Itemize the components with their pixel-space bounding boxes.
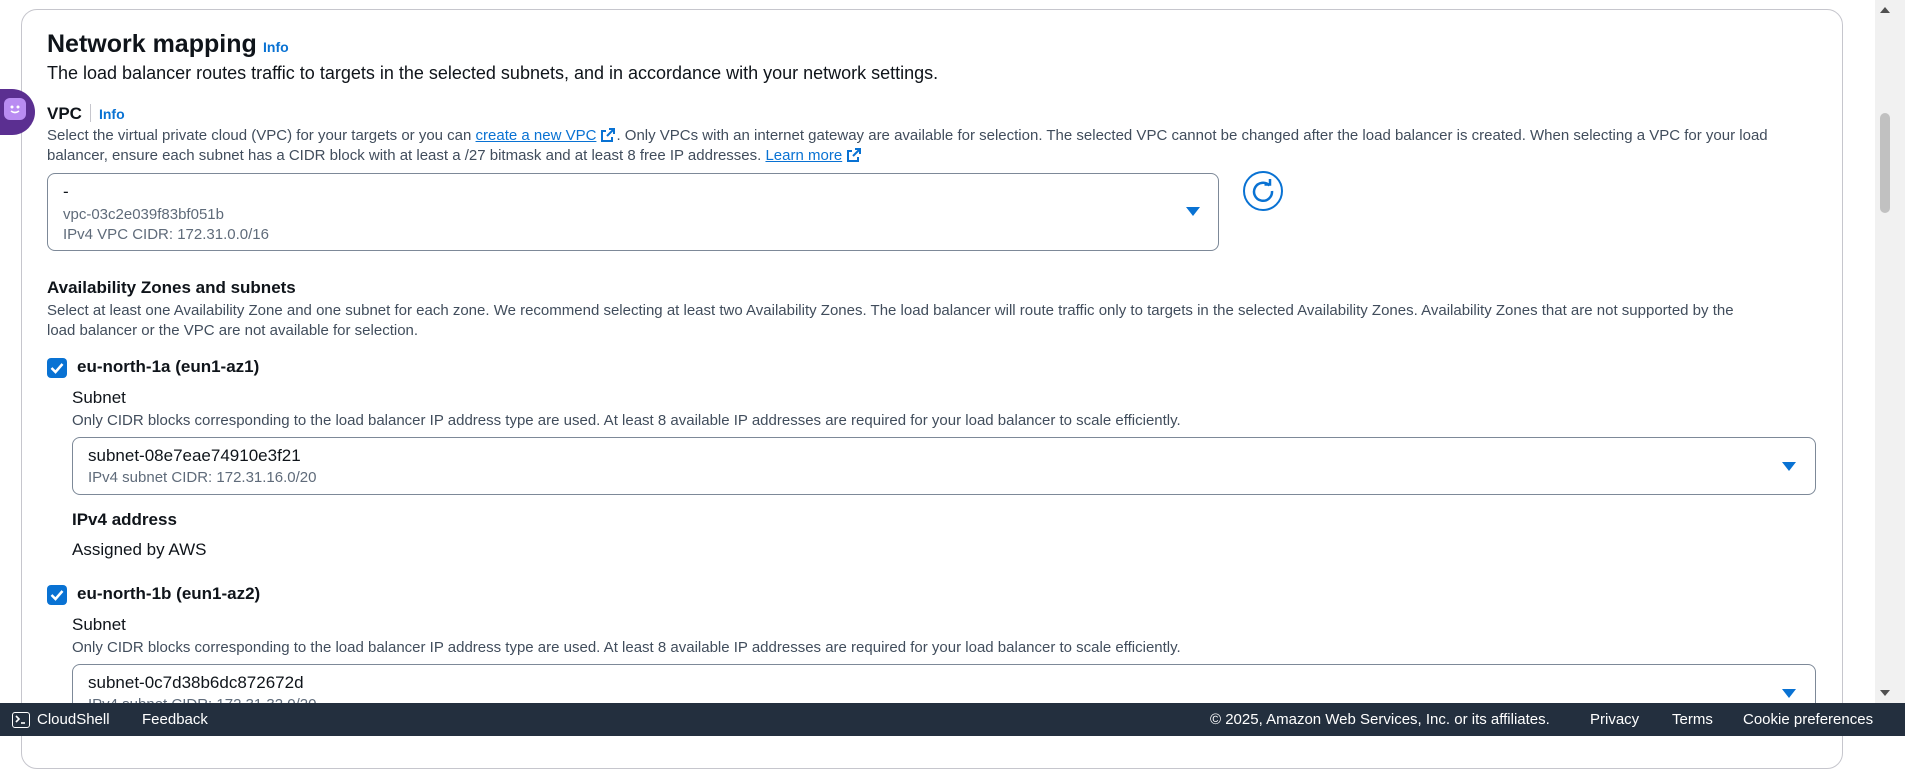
vpc-selected-cidr: IPv4 VPC CIDR: 172.31.0.0/16 <box>63 226 269 243</box>
vpc-help-text: Select the virtual private cloud (VPC) f… <box>47 127 476 144</box>
zone-2-name: eu-north-1b (eun1-az2) <box>77 584 261 603</box>
refresh-icon <box>1252 179 1274 202</box>
cookie-preferences-link[interactable]: Cookie preferences <box>1743 711 1873 728</box>
vpc-label: VPC <box>47 104 82 123</box>
scroll-up-icon[interactable] <box>1880 7 1890 13</box>
external-link-icon[interactable] <box>846 147 862 163</box>
zone-1-subnet-help: Only CIDR blocks corresponding to the lo… <box>72 412 1181 429</box>
az-label: Availability Zones and subnets <box>47 278 296 297</box>
scroll-down-icon[interactable] <box>1880 690 1890 696</box>
vpc-help-text-3: balancer, ensure each subnet has a CIDR … <box>47 147 766 164</box>
caret-down-icon <box>1186 207 1200 216</box>
copyright-text: © 2025, Amazon Web Services, Inc. or its… <box>1210 711 1550 728</box>
footer: CloudShell Feedback © 2025, Amazon Web S… <box>0 703 1905 736</box>
vpc-help-text-2: . Only VPCs with an internet gateway are… <box>616 127 1768 144</box>
section-description: The load balancer routes traffic to targ… <box>47 63 939 83</box>
vpc-info-link[interactable]: Info <box>99 106 125 122</box>
zone-1-ipv4-label: IPv4 address <box>72 510 177 529</box>
feedback-link[interactable]: Feedback <box>142 711 208 728</box>
check-icon <box>50 590 64 601</box>
vpc-help-line1: Select the virtual private cloud (VPC) f… <box>47 126 1768 146</box>
section-info-link[interactable]: Info <box>263 39 289 55</box>
zone-1-subnet-value: subnet-08e7eae74910e3f21 <box>88 446 301 465</box>
divider <box>89 104 91 122</box>
zone-1-ipv4-value: Assigned by AWS <box>72 540 207 559</box>
zone-1-name: eu-north-1a (eun1-az1) <box>77 357 260 376</box>
zone-1-subnet-label: Subnet <box>72 388 126 407</box>
refresh-button[interactable] <box>1243 171 1283 211</box>
zone-2-subnet-label: Subnet <box>72 615 126 634</box>
zone-1-subnet-cidr: IPv4 subnet CIDR: 172.31.16.0/20 <box>88 469 317 486</box>
caret-down-icon <box>1782 462 1796 471</box>
zone-2-subnet-help: Only CIDR blocks corresponding to the lo… <box>72 639 1181 656</box>
assistant-avatar-icon <box>4 98 26 120</box>
vpc-help-line2: balancer, ensure each subnet has a CIDR … <box>47 146 862 166</box>
scroll-thumb[interactable] <box>1880 113 1890 213</box>
vpc-select[interactable]: - vpc-03c2e039f83bf051b IPv4 VPC CIDR: 1… <box>47 173 1219 251</box>
az-help-line1: Select at least one Availability Zone an… <box>47 302 1734 319</box>
vpc-label-row: VPC Info <box>47 104 125 124</box>
zone-1-subnet-select[interactable]: subnet-08e7eae74910e3f21 IPv4 subnet CID… <box>72 437 1816 495</box>
check-icon <box>50 363 64 374</box>
az-help-line2: load balancer or the VPC are not availab… <box>47 322 419 339</box>
vertical-scrollbar[interactable] <box>1875 0 1905 703</box>
privacy-link[interactable]: Privacy <box>1590 711 1639 728</box>
vpc-selected-name: - <box>63 182 69 201</box>
cloudshell-link[interactable]: CloudShell <box>37 711 110 728</box>
zone-1-checkbox[interactable] <box>47 358 67 378</box>
learn-more-link[interactable]: Learn more <box>765 147 842 164</box>
page: Network mapping Info The load balancer r… <box>0 0 1905 769</box>
external-link-icon[interactable] <box>600 127 616 143</box>
caret-down-icon <box>1782 689 1796 698</box>
create-vpc-link[interactable]: create a new VPC <box>476 127 597 144</box>
terminal-icon[interactable] <box>12 712 30 728</box>
section-title: Network mapping <box>47 30 257 58</box>
zone-2-checkbox[interactable] <box>47 585 67 605</box>
terms-link[interactable]: Terms <box>1672 711 1713 728</box>
zone-2-subnet-value: subnet-0c7d38b6dc872672d <box>88 673 304 692</box>
vpc-selected-id: vpc-03c2e039f83bf051b <box>63 206 224 223</box>
